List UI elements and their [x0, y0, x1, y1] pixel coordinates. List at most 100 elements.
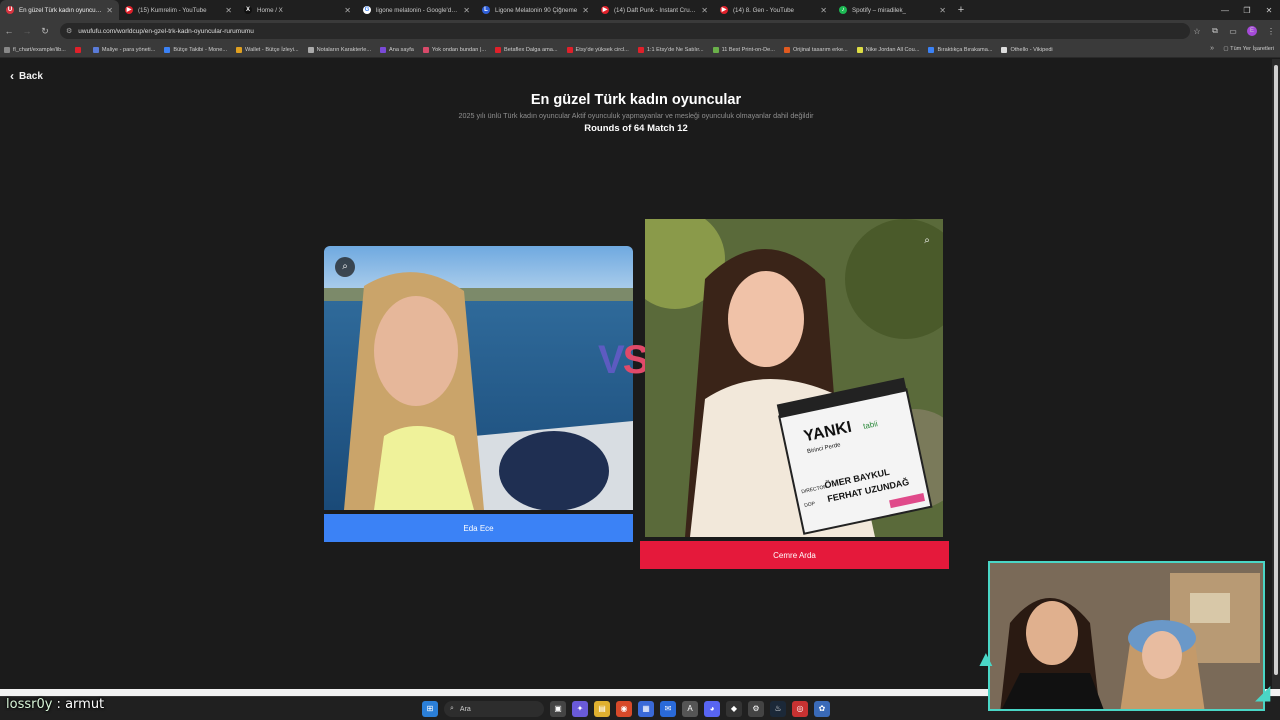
task-view-icon[interactable]: ▣ [550, 701, 566, 717]
maximize-icon[interactable]: ❐ [1236, 6, 1258, 15]
tab-close-icon[interactable]: ✕ [701, 6, 708, 15]
tab-close-icon[interactable]: ✕ [582, 6, 589, 15]
address-bar[interactable]: ⚙ uwufufu.com/worldcup/en-gzel-trk-kadn-… [60, 23, 1190, 39]
zoom-icon[interactable]: ⌕ [335, 257, 355, 277]
windows-start-icon[interactable]: ⊞ [422, 701, 438, 717]
bookmark-favicon-icon [74, 46, 81, 53]
bookmark-favicon-icon [236, 46, 243, 53]
back-button[interactable]: ‹ Back [10, 69, 43, 83]
browser-tab[interactable]: L Ligone Melatonin 90 Çiğneme ✕ [476, 0, 595, 20]
chrome-icon[interactable]: ◉ [616, 701, 632, 717]
bookmark-favicon-icon [164, 46, 171, 53]
page-scrollbar[interactable] [1272, 59, 1280, 689]
obs-icon[interactable]: ◎ [792, 701, 808, 717]
browser-tab[interactable]: ▶ (15) Kumrelim - YouTube ✕ [119, 0, 238, 20]
window-controls: — ❐ ✕ [1214, 0, 1280, 20]
bookmark-favicon-icon [307, 46, 314, 53]
bookmark-favicon-icon [566, 46, 573, 53]
bookmark-item[interactable]: 11 Best Print-on-De... [712, 46, 775, 53]
reload-icon[interactable]: ↻ [36, 26, 54, 37]
browser-tab[interactable]: U En güzel Türk kadın oyuncular | ✕ [0, 0, 119, 20]
clapperboard: YANKI tabii Birinci Perde DIRECTOR ÖMER … [776, 377, 933, 535]
tab-close-icon[interactable]: ✕ [344, 6, 351, 15]
forward-arrow-icon[interactable]: → [18, 26, 36, 36]
all-bookmarks-label: Tüm Yer İşaretleri [1230, 46, 1274, 52]
profile-avatar[interactable]: E [1247, 26, 1257, 36]
bookmark-item[interactable]: Wallet - Bütçe İzleyi... [236, 46, 299, 53]
extensions-icon[interactable]: ⧉ [1206, 26, 1224, 36]
browser-tab[interactable]: X Home / X ✕ [238, 0, 357, 20]
candidate-photo-left[interactable]: ⌕ [324, 246, 633, 510]
browser-tab[interactable]: ♪ Spotify – miradilek_ ✕ [833, 0, 952, 20]
pick-right-button[interactable]: Cemre Arda [640, 541, 949, 569]
menu-dots-icon[interactable]: ⋮ [1262, 27, 1280, 36]
bookmark-item[interactable]: Yok ondan bundan |... [422, 46, 486, 53]
chat-username: lossr0y [6, 697, 53, 712]
app2-icon[interactable]: ✿ [814, 701, 830, 717]
mail-icon[interactable]: ✉ [660, 701, 676, 717]
bookmark-label: Maliye - para yöneti... [101, 46, 156, 53]
vs-s: S [622, 338, 650, 382]
tab-title: (15) Kumrelim - YouTube [138, 6, 207, 14]
site-info-icon[interactable]: ⚙ [66, 27, 72, 35]
all-bookmarks-folder[interactable]: ▢ Tüm Yer İşaretleri [1223, 46, 1274, 52]
new-tab-button[interactable]: + [952, 4, 970, 16]
settings-icon[interactable]: ⚙ [748, 701, 764, 717]
close-window-icon[interactable]: ✕ [1258, 6, 1280, 15]
bookmark-item[interactable]: Notaların Karakterle... [307, 46, 371, 53]
tab-close-icon[interactable]: ✕ [463, 6, 470, 15]
more-bookmarks-icon[interactable]: » [1210, 45, 1214, 52]
candidate-photo-right[interactable]: YANKI tabii Birinci Perde DIRECTOR ÖMER … [645, 219, 943, 537]
tab-favicon-icon: L [482, 6, 490, 14]
bookmark-label: 1:1 Etsy'de Ne Satılır... [646, 46, 704, 53]
bookmark-item[interactable]: Maliye - para yöneti... [92, 46, 156, 53]
tab-title: (14) 8. Gen - YouTube [733, 6, 794, 14]
bookmark-item[interactable]: fl_chart/example/lib... [4, 46, 66, 53]
tab-favicon-icon: G [363, 6, 371, 14]
chevron-left-icon: ‹ [10, 69, 14, 83]
bookmark-item[interactable]: Bıraktıkça Bırakama... [928, 46, 992, 53]
bookmark-label: Wallet - Bütçe İzleyi... [245, 46, 299, 53]
tab-close-icon[interactable]: ✕ [225, 6, 232, 15]
browser-toolbar: ← → ↻ ⚙ uwufufu.com/worldcup/en-gzel-trk… [0, 20, 1280, 42]
taskbar-icons: ⊞ ⌕ Ara ▣ ✦ ▤ ◉ ▦ ✉ A ◕ ◆ ⚙ ♨ ◎ ✿ [422, 701, 836, 717]
discord-icon[interactable]: ◕ [704, 701, 720, 717]
file-explorer-icon[interactable]: ▤ [594, 701, 610, 717]
tab-close-icon[interactable]: ✕ [106, 6, 113, 15]
bookmark-item[interactable]: Bütçe Takibi - Mone... [164, 46, 227, 53]
copilot-icon[interactable]: ✦ [572, 701, 588, 717]
bookmark-item[interactable]: Othello - Vikipedi [1001, 46, 1053, 53]
bookmark-favicon-icon [712, 46, 719, 53]
page-title: En güzel Türk kadın oyuncular [530, 92, 742, 108]
bookmark-label: 11 Best Print-on-De... [721, 46, 775, 53]
bookmark-item[interactable]: Etsy'de yüksek circl... [566, 46, 629, 53]
media-icon[interactable]: ▭ [1224, 27, 1242, 36]
bookmark-list: fl_chart/example/lib... Maliye - para yön… [4, 46, 1062, 53]
bookmark-item[interactable]: Ana sayfa [380, 46, 414, 53]
tab-favicon-icon: ▶ [720, 6, 728, 14]
tab-strip: U En güzel Türk kadın oyuncular | ✕ ▶ (15) K… [0, 0, 1280, 20]
store-icon[interactable]: ▦ [638, 701, 654, 717]
bookmark-item[interactable] [74, 46, 84, 53]
pick-left-button[interactable]: Eda Ece [324, 514, 633, 542]
browser-tab[interactable]: ▶ (14) Daft Punk - Instant Crush (✕ [595, 0, 714, 20]
zoom-icon[interactable]: ⌕ [917, 231, 937, 251]
bookmark-item[interactable]: 1:1 Etsy'de Ne Satılır... [637, 46, 704, 53]
url-text: uwufufu.com/worldcup/en-gzel-trk-kadn-oy… [78, 27, 254, 35]
bookmark-star-icon[interactable]: ☆ [1188, 27, 1206, 36]
taskbar-search[interactable]: ⌕ Ara [444, 701, 544, 717]
bookmark-item[interactable]: Orijinal tasarım erke... [783, 46, 848, 53]
bookmark-item[interactable]: Nike Jordan All Cou... [856, 46, 919, 53]
minimize-icon[interactable]: — [1214, 6, 1236, 15]
bookmark-item[interactable]: Betaflex Dalga ama... [495, 46, 558, 53]
back-arrow-icon[interactable]: ← [0, 26, 18, 36]
browser-tab[interactable]: Gligone melatonin - Google'da A ✕ [357, 0, 476, 20]
tab-close-icon[interactable]: ✕ [939, 6, 946, 15]
app-icon[interactable]: A [682, 701, 698, 717]
browser-tab[interactable]: ▶ (14) 8. Gen - YouTube ✕ [714, 0, 833, 20]
webcam-frame-ornament-left: ▲ [975, 646, 997, 671]
scrollbar-thumb[interactable] [1274, 65, 1278, 675]
tab-close-icon[interactable]: ✕ [820, 6, 827, 15]
vs-code-icon[interactable]: ◆ [726, 701, 742, 717]
steam-icon[interactable]: ♨ [770, 701, 786, 717]
